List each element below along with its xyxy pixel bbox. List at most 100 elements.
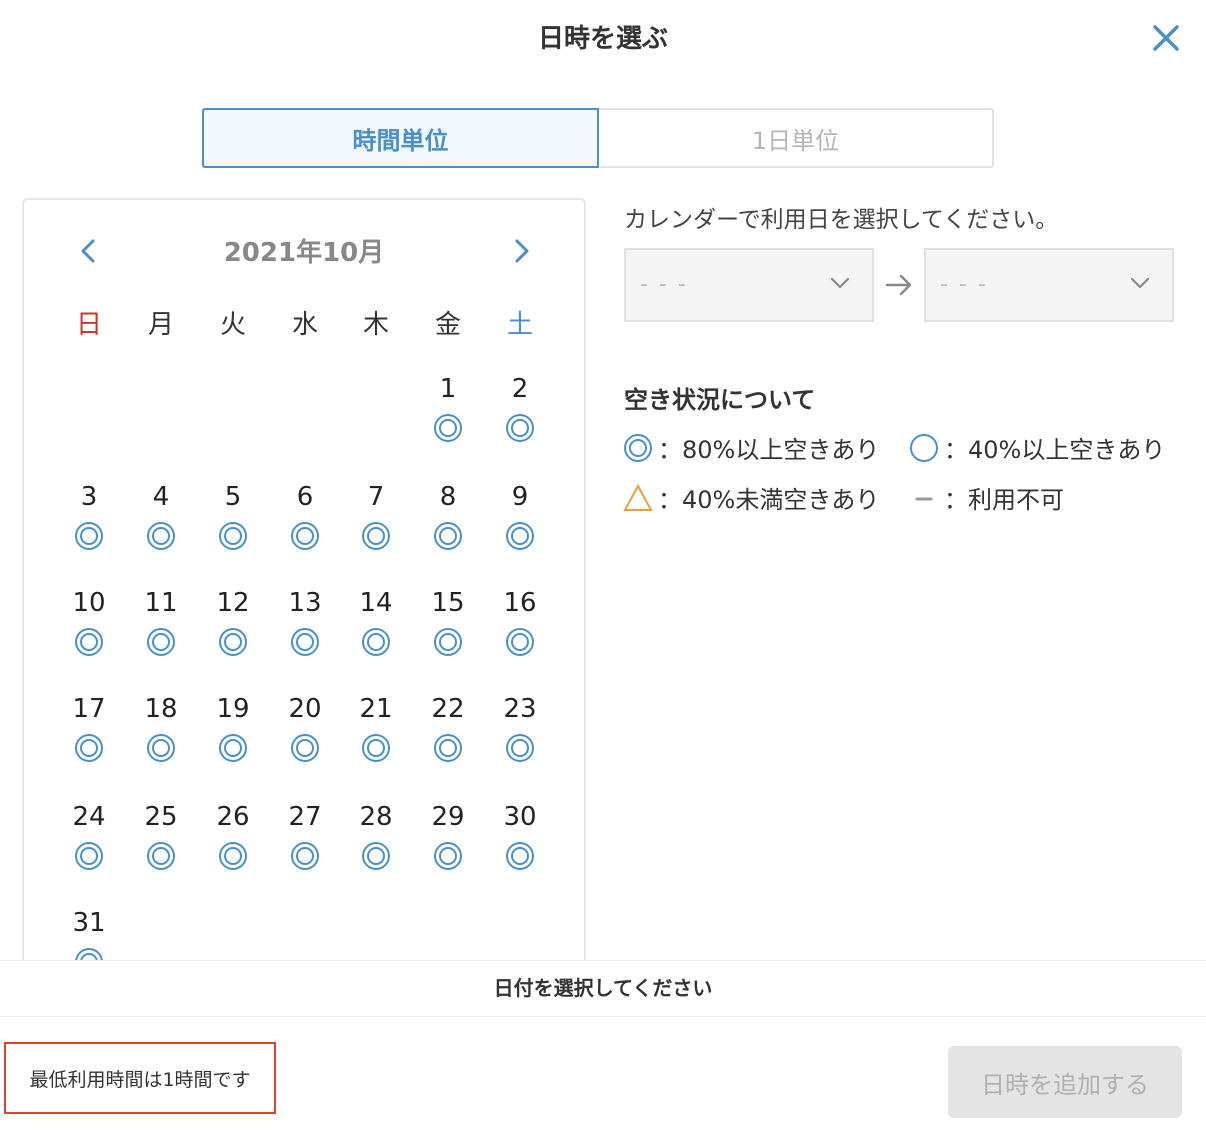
legend-label: ：80%以上空きあり: [658, 436, 880, 464]
next-month-icon[interactable]: [506, 236, 536, 266]
tab-hourly[interactable]: 時間単位: [202, 108, 599, 168]
close-icon[interactable]: [1148, 20, 1184, 56]
day-number[interactable]: 28: [346, 802, 406, 832]
day-number[interactable]: 25: [131, 802, 191, 832]
double-circle-icon[interactable]: [289, 732, 321, 764]
double-circle-icon[interactable]: [289, 626, 321, 658]
day-number[interactable]: 23: [490, 694, 550, 724]
double-circle-icon[interactable]: [145, 732, 177, 764]
weekday-label: 月: [147, 310, 174, 340]
arrow-right-icon: [885, 274, 912, 296]
double-circle-icon[interactable]: [73, 520, 105, 552]
double-circle-icon[interactable]: [217, 520, 249, 552]
day-number[interactable]: 2: [490, 374, 550, 404]
circle-icon: [910, 433, 938, 462]
double-circle-icon[interactable]: [504, 626, 536, 658]
minimum-time-note: 最低利用時間は1時間です: [4, 1042, 276, 1114]
weekday-label: 火: [219, 310, 246, 340]
day-number[interactable]: 31: [59, 908, 119, 938]
double-circle-icon[interactable]: [145, 840, 177, 872]
legend-title: 空き状況について: [624, 386, 816, 414]
double-circle-icon[interactable]: [432, 412, 464, 444]
footer-message: 日付を選択してください: [493, 976, 713, 1000]
day-number[interactable]: 26: [203, 802, 263, 832]
double-circle-icon[interactable]: [504, 840, 536, 872]
chevron-down-icon: [1130, 277, 1150, 289]
double-circle-icon[interactable]: [145, 626, 177, 658]
double-circle-icon[interactable]: [432, 732, 464, 764]
weekday-label: 日: [75, 310, 102, 340]
legend-label: ：40%未満空きあり: [658, 486, 880, 514]
day-number[interactable]: 22: [418, 694, 478, 724]
day-number[interactable]: 30: [490, 802, 550, 832]
double-circle-icon[interactable]: [504, 732, 536, 764]
tab-daily[interactable]: 1日単位: [599, 108, 994, 168]
double-circle-icon[interactable]: [432, 520, 464, 552]
double-circle-icon[interactable]: [289, 520, 321, 552]
chevron-down-icon: [830, 277, 850, 289]
day-number[interactable]: 27: [275, 802, 335, 832]
legend-item-unavailable: ：利用不可: [908, 480, 1064, 515]
double-circle-icon[interactable]: [504, 520, 536, 552]
day-number[interactable]: 15: [418, 588, 478, 618]
day-number[interactable]: 10: [59, 588, 119, 618]
day-number[interactable]: 12: [203, 588, 263, 618]
day-number[interactable]: 19: [203, 694, 263, 724]
start-date-select[interactable]: - - -: [624, 248, 874, 322]
end-date-value: - - -: [940, 272, 988, 297]
day-number[interactable]: 24: [59, 802, 119, 832]
legend-item-high: ：80%以上空きあり: [622, 430, 879, 465]
day-number[interactable]: 29: [418, 802, 478, 832]
day-number[interactable]: 1: [418, 374, 478, 404]
double-circle-icon[interactable]: [73, 732, 105, 764]
double-circle-icon[interactable]: [73, 840, 105, 872]
double-circle-icon[interactable]: [360, 520, 392, 552]
double-circle-icon[interactable]: [73, 626, 105, 658]
day-number[interactable]: 11: [131, 588, 191, 618]
day-number[interactable]: 18: [131, 694, 191, 724]
double-circle-icon[interactable]: [145, 520, 177, 552]
end-date-select[interactable]: - - -: [924, 248, 1174, 322]
day-number[interactable]: 13: [275, 588, 335, 618]
double-circle-icon[interactable]: [432, 840, 464, 872]
double-circle-icon: [624, 433, 652, 462]
legend-item-low: ：40%未満空きあり: [622, 480, 879, 515]
day-number[interactable]: 7: [346, 482, 406, 512]
add-datetime-button[interactable]: 日時を追加する: [948, 1046, 1182, 1118]
weekday-label: 水: [291, 310, 318, 340]
day-number[interactable]: 6: [275, 482, 335, 512]
day-number[interactable]: 5: [203, 482, 263, 512]
calendar-month-label: 2021年10月: [223, 238, 385, 268]
weekday-label: 木: [362, 310, 389, 340]
footer-divider: [0, 1016, 1206, 1017]
day-number[interactable]: 21: [346, 694, 406, 724]
legend-label: ：利用不可: [944, 486, 1064, 514]
legend-label: ：40%以上空きあり: [944, 436, 1166, 464]
double-circle-icon[interactable]: [217, 732, 249, 764]
double-circle-icon[interactable]: [360, 732, 392, 764]
double-circle-icon[interactable]: [504, 412, 536, 444]
day-number[interactable]: 3: [59, 482, 119, 512]
unit-tabs: 時間単位 1日単位: [202, 108, 994, 168]
day-number[interactable]: 20: [275, 694, 335, 724]
weekday-label: 土: [506, 310, 533, 340]
day-number[interactable]: 16: [490, 588, 550, 618]
day-number[interactable]: 4: [131, 482, 191, 512]
double-circle-icon[interactable]: [217, 626, 249, 658]
double-circle-icon[interactable]: [432, 626, 464, 658]
double-circle-icon[interactable]: [289, 840, 321, 872]
double-circle-icon[interactable]: [217, 840, 249, 872]
double-circle-icon[interactable]: [360, 840, 392, 872]
day-number[interactable]: 14: [346, 588, 406, 618]
modal-title: 日時を選ぶ: [537, 24, 668, 54]
selection-instruction: カレンダーで利用日を選択してください。: [624, 207, 1059, 233]
day-number[interactable]: 17: [59, 694, 119, 724]
legend-item-medium: ：40%以上空きあり: [908, 430, 1165, 465]
weekday-label: 金: [434, 310, 461, 340]
day-number[interactable]: 9: [490, 482, 550, 512]
day-number[interactable]: 8: [418, 482, 478, 512]
double-circle-icon[interactable]: [360, 626, 392, 658]
start-date-value: - - -: [640, 272, 688, 297]
triangle-icon: [623, 483, 653, 511]
dash-icon: [915, 497, 933, 500]
